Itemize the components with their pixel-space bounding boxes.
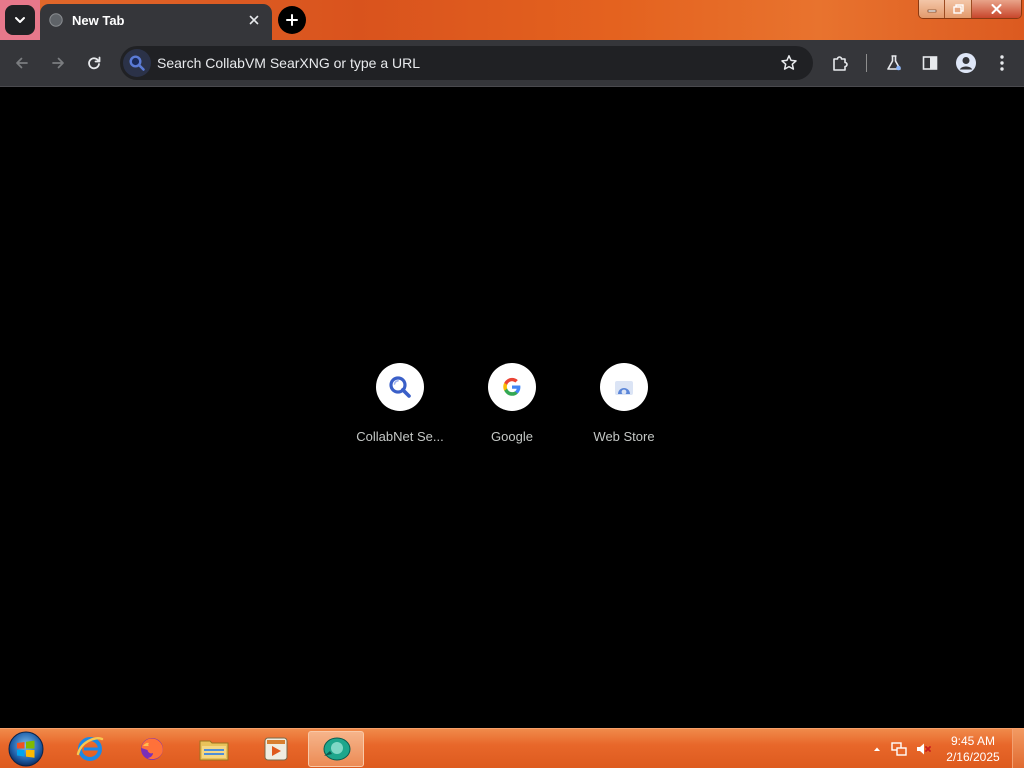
network-icon[interactable] <box>890 740 908 758</box>
file-explorer-icon[interactable] <box>186 731 242 767</box>
side-panel-icon[interactable] <box>918 51 942 75</box>
menu-icon[interactable] <box>990 51 1014 75</box>
taskbar: 9:45 AM 2/16/2025 <box>0 728 1024 768</box>
plus-icon <box>286 14 298 26</box>
volume-muted-icon[interactable] <box>914 740 932 758</box>
media-player-icon[interactable] <box>248 731 304 767</box>
search-icon <box>123 49 151 77</box>
reload-icon[interactable] <box>82 51 106 75</box>
address-bar[interactable]: Search CollabVM SearXNG or type a URL <box>120 46 813 80</box>
shortcut-google[interactable]: Google <box>456 363 568 453</box>
toolbar-divider <box>866 54 867 72</box>
globe-icon <box>49 13 63 27</box>
profile-icon[interactable] <box>954 51 978 75</box>
restore-icon <box>953 4 964 14</box>
show-hidden-icons-icon[interactable] <box>868 740 886 758</box>
search-icon <box>376 363 424 411</box>
title-bar: New Tab <box>0 0 1024 40</box>
chrome-icon[interactable] <box>308 731 364 767</box>
extensions-icon[interactable] <box>828 51 852 75</box>
internet-explorer-icon[interactable] <box>62 731 118 767</box>
close-icon[interactable] <box>246 12 262 28</box>
minimize-button[interactable] <box>919 0 946 18</box>
show-desktop-button[interactable] <box>1012 729 1024 768</box>
close-icon <box>991 4 1002 14</box>
new-tab-page: CollabNet Se... Google Web Store <box>0 87 1024 728</box>
shortcut-label: CollabNet Se... <box>356 429 444 444</box>
clock-time: 9:45 AM <box>950 734 996 748</box>
tab-title: New Tab <box>72 13 125 28</box>
labs-flask-icon[interactable] <box>882 51 906 75</box>
window-close-button[interactable] <box>971 0 1021 18</box>
windows-logo-icon <box>8 731 44 767</box>
back-icon[interactable] <box>10 51 34 75</box>
google-icon <box>488 363 536 411</box>
shortcut-label: Web Store <box>593 429 655 444</box>
firefox-icon[interactable] <box>124 731 180 767</box>
restore-button[interactable] <box>945 0 972 18</box>
new-tab-button[interactable] <box>278 6 306 34</box>
bookmark-star-icon[interactable] <box>778 52 800 74</box>
shortcut-collabnet[interactable]: CollabNet Se... <box>344 363 456 453</box>
chevron-down-icon <box>15 17 25 23</box>
browser-toolbar: Search CollabVM SearXNG or type a URL <box>0 40 1024 87</box>
web-store-icon <box>600 363 648 411</box>
shortcut-web-store[interactable]: Web Store <box>568 363 680 453</box>
window-controls <box>918 0 1022 19</box>
minimize-icon <box>927 9 937 13</box>
start-button[interactable] <box>6 730 46 768</box>
address-bar-placeholder: Search CollabVM SearXNG or type a URL <box>157 55 420 71</box>
tab-search-button[interactable] <box>5 5 35 35</box>
clock[interactable]: 9:45 AM 2/16/2025 <box>940 733 1006 765</box>
clock-date: 2/16/2025 <box>946 750 1000 764</box>
forward-icon[interactable] <box>46 51 70 75</box>
shortcut-label: Google <box>491 429 533 444</box>
tab-new-tab[interactable]: New Tab <box>40 4 272 40</box>
